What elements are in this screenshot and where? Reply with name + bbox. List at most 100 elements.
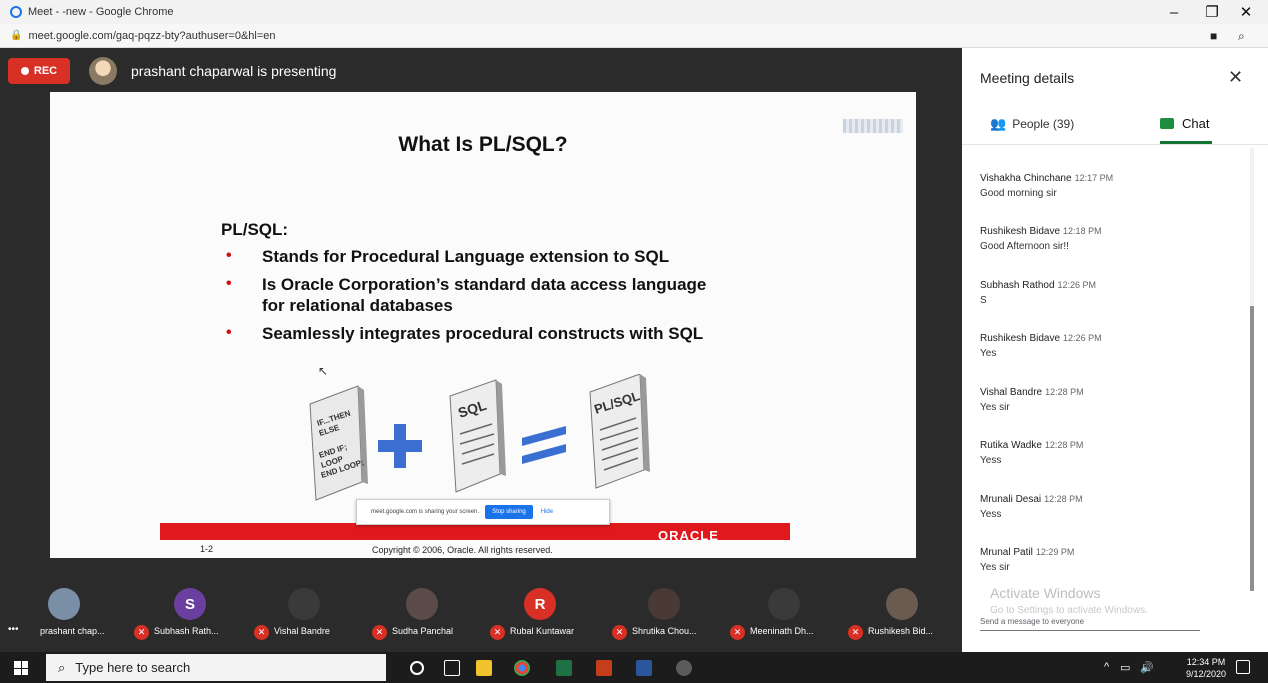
taskbar-clock[interactable]: 12:34 PM 9/12/2020 bbox=[1186, 656, 1226, 680]
chat-message-header: Vishakha Chinchane 12:17 PM bbox=[980, 173, 1113, 184]
stop-sharing-button[interactable]: Stop sharing bbox=[485, 505, 533, 519]
screen-share-bar: meet.google.com is sharing your screen. … bbox=[356, 499, 610, 525]
participant-name: Shrutika Chou... bbox=[632, 626, 697, 636]
chat-message-header: Mrunali Desai 12:28 PM bbox=[980, 494, 1083, 505]
slide-title: What Is PL/SQL? bbox=[398, 133, 568, 156]
plsql-document-icon: PL/SQL bbox=[589, 374, 650, 489]
taskbar-search-box[interactable]: ⌕ Type here to search bbox=[46, 654, 386, 681]
presenting-text: prashant chaparwal is presenting bbox=[131, 63, 337, 79]
bullet-marker: • bbox=[226, 324, 232, 341]
address-bar[interactable]: 🔒 meet.google.com/gaq-pqzz-bty?authuser=… bbox=[0, 24, 1268, 48]
chat-message-header: Mrunal Patil 12:29 PM bbox=[980, 547, 1074, 558]
bullet-text: Is Oracle Corporation’s standard data ac… bbox=[262, 275, 707, 315]
chat-message-text: S bbox=[980, 295, 987, 306]
mic-off-icon: ✕ bbox=[134, 625, 149, 640]
meeting-stage: REC prashant chaparwal is presenting Wha… bbox=[0, 48, 962, 652]
share-notice-text: meet.google.com is sharing your screen. bbox=[371, 509, 480, 515]
chat-message-header: Rutika Wadke 12:28 PM bbox=[980, 440, 1083, 451]
plus-icon bbox=[378, 424, 422, 468]
participant-name: Meeninath Dh... bbox=[750, 626, 814, 636]
participant-name: Subhash Rath... bbox=[154, 626, 219, 636]
more-participants-icon[interactable]: ••• bbox=[8, 624, 19, 635]
participant-name: Rushikesh Bid... bbox=[868, 626, 934, 636]
participant-avatar bbox=[288, 588, 320, 620]
search-icon: ⌕ bbox=[58, 659, 66, 675]
rec-label: REC bbox=[33, 65, 58, 77]
clock-time: 12:34 PM bbox=[1186, 657, 1226, 667]
chat-sender: Rutika Wadke bbox=[980, 440, 1042, 451]
network-icon[interactable]: ▭ bbox=[1120, 661, 1130, 674]
chat-sender: Vishal Bandre bbox=[980, 387, 1043, 398]
cortana-icon[interactable] bbox=[410, 661, 424, 675]
chat-message-text: Yess bbox=[980, 509, 1002, 520]
app-icon[interactable] bbox=[676, 660, 692, 676]
mic-off-icon: ✕ bbox=[490, 625, 505, 640]
clock-date: 9/12/2020 bbox=[1186, 669, 1227, 679]
mic-off-icon: ✕ bbox=[612, 625, 627, 640]
bullet-marker: • bbox=[226, 247, 232, 264]
close-window-button[interactable]: ✕ bbox=[1228, 0, 1264, 24]
chat-message-header: Vishal Bandre 12:28 PM bbox=[980, 387, 1084, 398]
minimize-button[interactable]: – bbox=[1156, 0, 1192, 24]
chat-sender: Subhash Rathod bbox=[980, 280, 1055, 291]
volume-icon[interactable]: 🔊 bbox=[1140, 661, 1154, 674]
activate-windows-title: Activate Windows bbox=[990, 585, 1101, 601]
powerpoint-icon[interactable] bbox=[596, 660, 612, 676]
file-explorer-icon[interactable] bbox=[476, 660, 492, 676]
chat-message-header: Rushikesh Bidave 12:18 PM bbox=[980, 226, 1102, 237]
word-icon[interactable] bbox=[636, 660, 652, 676]
chat-time: 12:18 PM bbox=[1063, 226, 1102, 236]
notification-icon[interactable] bbox=[1236, 660, 1250, 674]
code-document-icon: IF...THEN ELSE END IF; LOOP END LOOP; bbox=[309, 385, 368, 501]
taskbar-search-placeholder: Type here to search bbox=[75, 660, 191, 675]
presenter-avatar bbox=[89, 57, 117, 85]
mic-off-icon: ✕ bbox=[254, 625, 269, 640]
meeting-details-panel: Meeting details ✕ 👥 People (39) Chat Vis… bbox=[962, 48, 1268, 652]
sql-document-icon: SQL bbox=[449, 379, 506, 493]
tab-people-label: People (39) bbox=[1012, 117, 1075, 131]
panel-divider bbox=[962, 144, 1268, 145]
participant-avatar: S bbox=[174, 588, 206, 620]
chat-time: 12:29 PM bbox=[1035, 547, 1075, 557]
chat-time: 12:17 PM bbox=[1074, 173, 1114, 183]
close-panel-button[interactable]: ✕ bbox=[1228, 67, 1243, 88]
camera-icon[interactable]: ■ bbox=[1210, 24, 1217, 48]
windows-start-icon[interactable] bbox=[14, 661, 28, 675]
participant-name: Vishal Bandre bbox=[274, 626, 330, 636]
chat-time: 12:28 PM bbox=[1044, 494, 1083, 504]
bullet-text: Seamlessly integrates procedural constru… bbox=[262, 324, 704, 343]
hide-share-bar-button[interactable]: Hide bbox=[541, 509, 553, 515]
participant-avatar bbox=[406, 588, 438, 620]
oracle-brand: ORACLE bbox=[658, 528, 719, 543]
chat-message-text: Good morning sir bbox=[980, 188, 1057, 199]
chat-sender: Rushikesh Bidave bbox=[980, 333, 1061, 344]
presentation-slide: What Is PL/SQL? PL/SQL: • Stands for Pro… bbox=[50, 92, 916, 558]
mic-off-icon: ✕ bbox=[372, 625, 387, 640]
slide-copyright: Copyright © 2006, Oracle. All rights res… bbox=[372, 545, 553, 555]
url-text[interactable]: meet.google.com/gaq-pqzz-bty?authuser=0&… bbox=[28, 30, 275, 42]
record-dot-icon bbox=[20, 67, 29, 75]
excel-icon[interactable] bbox=[556, 660, 572, 676]
chat-scrollbar-thumb[interactable] bbox=[1250, 306, 1254, 591]
tab-chat-label: Chat bbox=[1182, 116, 1210, 131]
people-icon: 👥 bbox=[990, 116, 1007, 131]
chat-message-header: Rushikesh Bidave 12:26 PM bbox=[980, 333, 1102, 344]
chrome-icon[interactable] bbox=[514, 660, 530, 676]
tab-people[interactable]: 👥 People (39) bbox=[990, 116, 1074, 132]
participant-name: Sudha Panchal bbox=[392, 626, 454, 636]
chat-message-input[interactable]: Send a message to everyone bbox=[980, 617, 1200, 631]
chat-sender: Vishakha Chinchane bbox=[980, 173, 1072, 184]
tab-chat[interactable]: Chat bbox=[1160, 116, 1209, 131]
chat-message-text: Yes sir bbox=[980, 402, 1010, 413]
task-view-icon[interactable] bbox=[444, 660, 460, 676]
tray-chevron-icon[interactable]: ^ bbox=[1104, 661, 1109, 673]
participant-name: prashant chap... bbox=[40, 626, 105, 636]
windows-taskbar: ⌕ Type here to search ^ ▭ 🔊 12:34 PM 9/1… bbox=[0, 652, 1268, 683]
participant-avatar bbox=[648, 588, 680, 620]
slide-number: 1-2 bbox=[200, 544, 214, 554]
zoom-icon[interactable]: ⌕ bbox=[1238, 24, 1245, 48]
chat-time: 12:28 PM bbox=[1044, 440, 1084, 450]
activate-windows-subtitle: Go to Settings to activate Windows. bbox=[990, 605, 1148, 616]
chat-sender: Mrunal Patil bbox=[980, 547, 1033, 558]
maximize-button[interactable]: ❐ bbox=[1194, 0, 1230, 24]
